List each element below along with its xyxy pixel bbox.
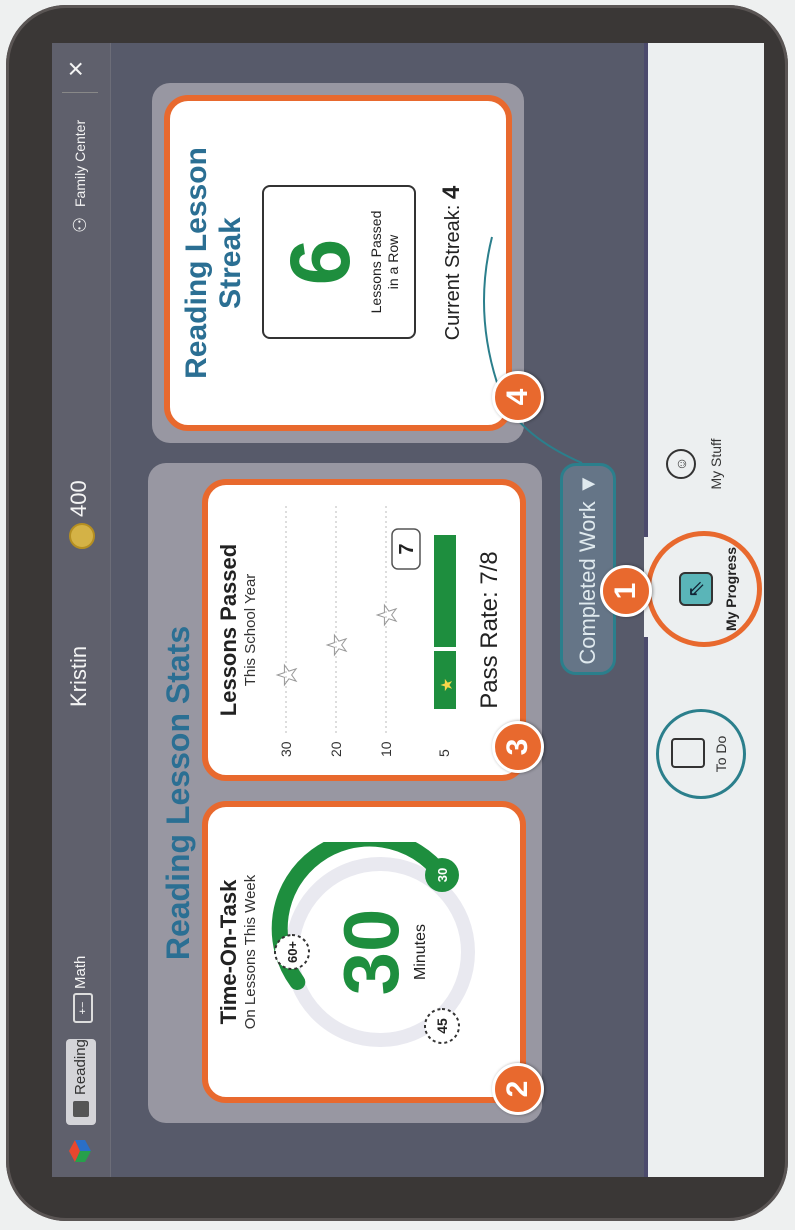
streak-title-line2: Streak bbox=[214, 217, 247, 309]
app-logo-icon bbox=[68, 1139, 92, 1163]
family-center-label: Family Center bbox=[72, 119, 88, 207]
bottom-nav: To Do ⇖ My Progress ☺ My Stuff bbox=[644, 43, 764, 1177]
streak-label: Lessons Passed in a Row bbox=[368, 187, 402, 337]
lessons-card-subtitle: This School Year bbox=[242, 573, 259, 687]
tick-label-30: 30 bbox=[278, 741, 294, 757]
topbar-divider bbox=[62, 92, 98, 93]
tab-math[interactable]: +− Math bbox=[66, 947, 96, 1027]
callout-badge-4: 4 bbox=[492, 371, 544, 423]
section-title: Reading Lesson Stats bbox=[160, 625, 196, 961]
streak-label-line1: Lessons Passed bbox=[368, 210, 384, 314]
todo-button[interactable]: To Do bbox=[656, 709, 746, 799]
family-center-button[interactable]: ⚇ Family Center bbox=[64, 103, 98, 233]
tablet-screen: Reading +− Math Kristin 400 ⚇ Family Cen… bbox=[52, 43, 764, 1177]
star-icon-30: ★ bbox=[272, 663, 302, 686]
streak-box: 6 Lessons Passed in a Row bbox=[262, 185, 416, 339]
app-ui: Reading +− Math Kristin 400 ⚇ Family Cen… bbox=[52, 43, 764, 1177]
streak-label-line2: in a Row bbox=[385, 234, 401, 290]
tab-reading[interactable]: Reading bbox=[66, 1039, 96, 1125]
checklist-icon bbox=[671, 738, 705, 768]
progress-arrow-icon: ⇖ bbox=[679, 572, 713, 606]
marker-60-label: 60+ bbox=[285, 941, 300, 963]
streak-value: 6 bbox=[273, 238, 367, 286]
top-bar: Reading +− Math Kristin 400 ⚇ Family Cen… bbox=[52, 43, 111, 1177]
book-icon bbox=[73, 1101, 89, 1117]
tab-reading-label: Reading bbox=[72, 1039, 89, 1095]
star-icon-10: ★ bbox=[372, 603, 402, 626]
close-button[interactable]: × bbox=[60, 61, 92, 77]
math-icon: +− bbox=[73, 993, 93, 1023]
callout-badge-3: 3 bbox=[492, 721, 544, 773]
streak-title-line1: Reading Lesson bbox=[180, 147, 213, 379]
coin-icon bbox=[69, 523, 95, 549]
tick-label-20: 20 bbox=[328, 741, 344, 757]
lessons-card-title: Lessons Passed bbox=[216, 543, 241, 717]
coin-count: 400 bbox=[66, 480, 91, 517]
family-icon: ⚇ bbox=[70, 216, 90, 233]
my-stuff-label: My Stuff bbox=[708, 438, 724, 490]
smiley-icon: ☺ bbox=[666, 449, 696, 479]
lessons-value-label: 7 bbox=[396, 543, 418, 554]
time-card-subtitle: On Lessons This Week bbox=[242, 874, 259, 1030]
my-stuff-button[interactable]: ☺ My Stuff bbox=[662, 419, 746, 509]
streak-card-title: Reading Lesson Streak bbox=[180, 101, 248, 425]
time-value: 30 bbox=[327, 908, 415, 996]
photo-background: Reading +− Math Kristin 400 ⚇ Family Cen… bbox=[0, 0, 795, 1230]
star-icon-20: ★ bbox=[322, 633, 352, 656]
todo-label: To Do bbox=[713, 735, 729, 773]
my-progress-label: My Progress bbox=[723, 546, 739, 632]
tick-label-10: 10 bbox=[378, 741, 394, 757]
my-progress-button[interactable]: ⇖ My Progress bbox=[646, 531, 762, 647]
time-card-title: Time-On-Task bbox=[216, 879, 241, 1025]
tab-math-label: Math bbox=[72, 955, 89, 989]
tablet-frame: Reading +− Math Kristin 400 ⚇ Family Cen… bbox=[6, 5, 788, 1221]
time-unit: Minutes bbox=[412, 923, 429, 981]
callout-badge-1: 1 bbox=[600, 565, 652, 617]
callout-badge-2: 2 bbox=[492, 1063, 544, 1115]
student-name: Kristin bbox=[66, 645, 91, 707]
